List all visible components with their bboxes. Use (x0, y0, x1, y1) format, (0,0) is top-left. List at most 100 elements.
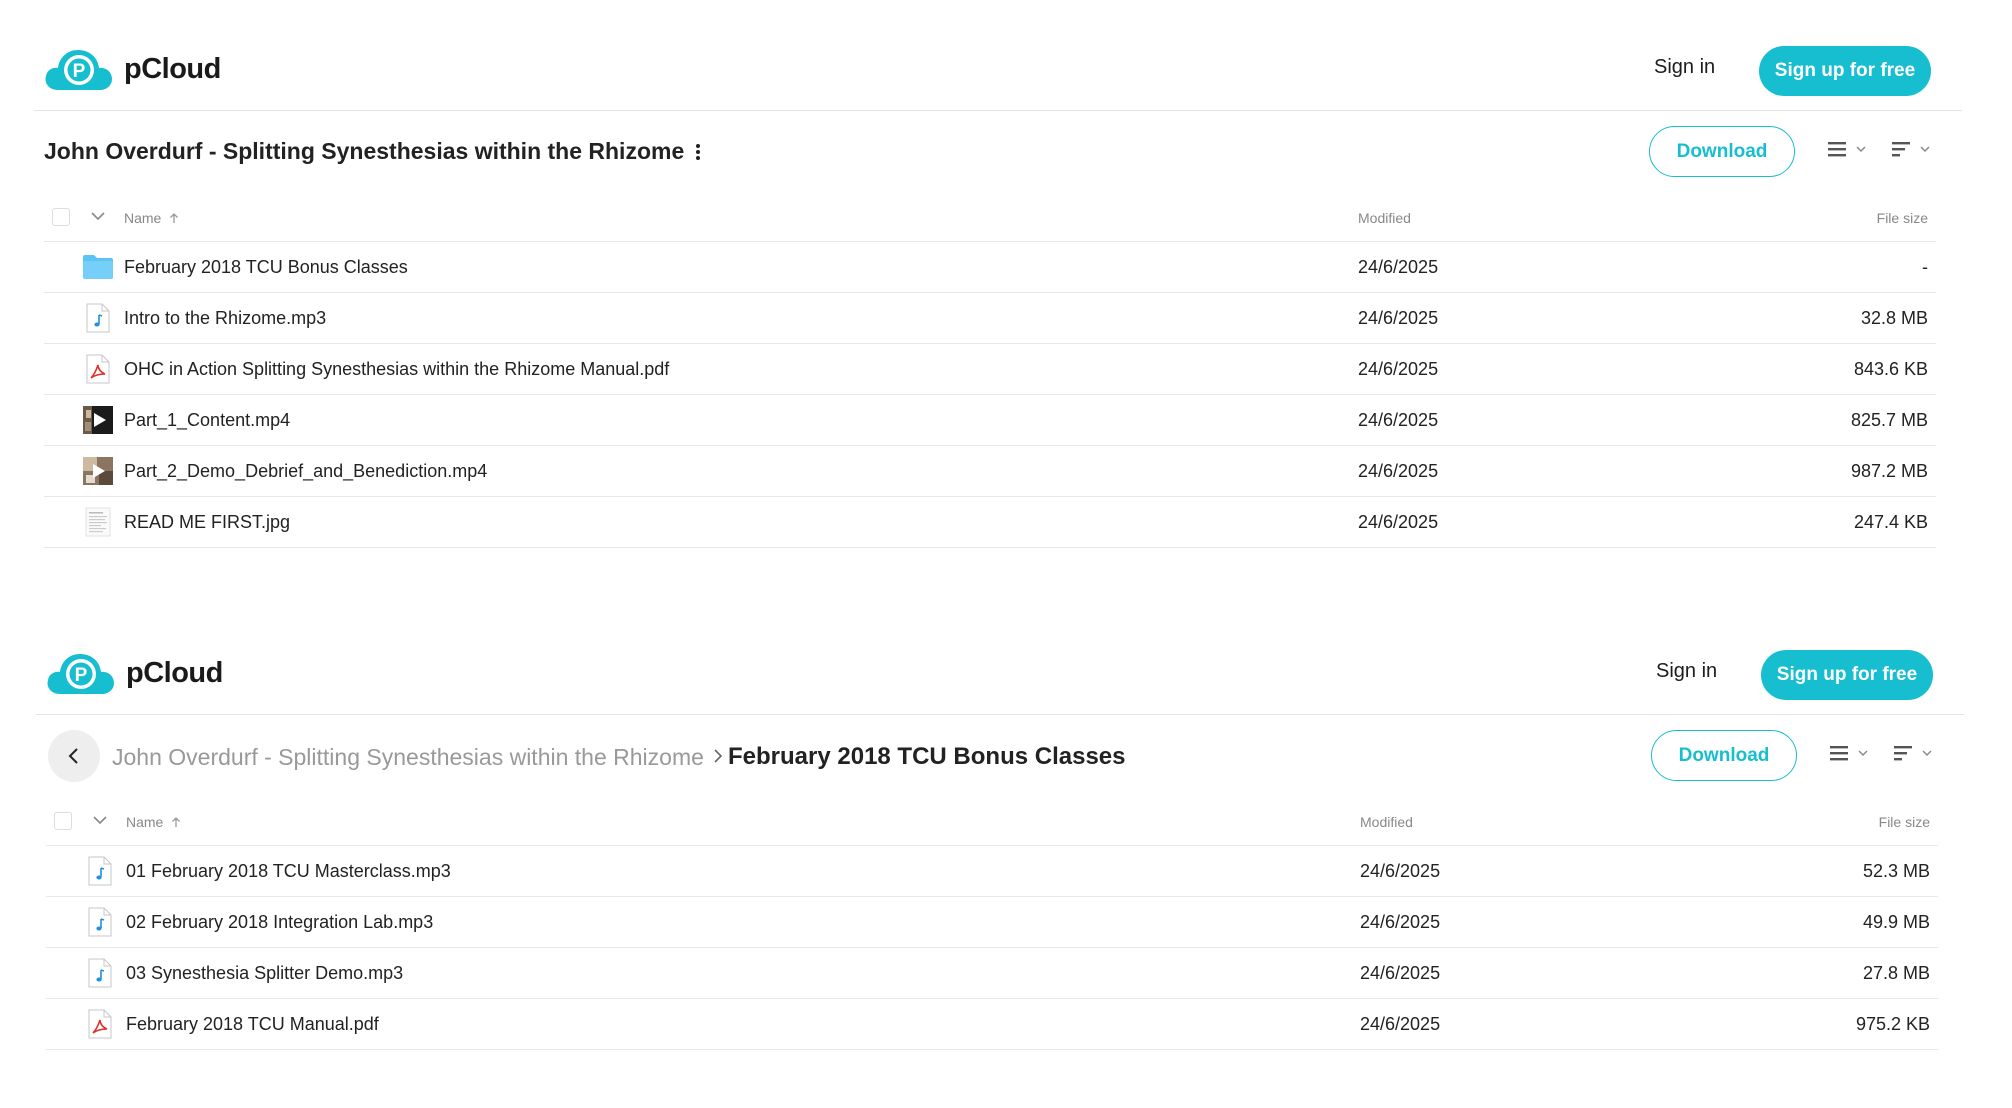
svg-text:P: P (75, 665, 88, 686)
file-name[interactable]: READ ME FIRST.jpg (124, 512, 290, 533)
column-header-modified[interactable]: Modified (1360, 814, 1413, 830)
file-size: - (1922, 257, 1928, 277)
download-button[interactable]: Download (1649, 126, 1795, 177)
sort-toggle[interactable] (1892, 744, 1934, 762)
column-header-size[interactable]: File size (1879, 814, 1930, 830)
list-view-icon (1830, 746, 1848, 761)
chevron-down-icon[interactable] (90, 810, 110, 830)
table-row[interactable]: Intro to the Rhizome.mp3 24/6/2025 32.8 … (44, 293, 1936, 344)
file-size: 987.2 MB (1850, 461, 1928, 481)
file-modified: 24/6/2025 (1360, 861, 1441, 881)
audio-file-icon (84, 855, 116, 887)
file-table: Name Modified File size February 2018 TC… (44, 192, 1936, 548)
pdf-file-icon (82, 353, 114, 385)
more-options-icon[interactable] (696, 143, 701, 160)
breadcrumb-parent[interactable]: John Overdurf - Splitting Synesthesias w… (112, 744, 704, 771)
table-row[interactable]: February 2018 TCU Manual.pdf 24/6/2025 9… (46, 999, 1938, 1050)
file-name[interactable]: 03 Synesthesia Splitter Demo.mp3 (126, 963, 403, 984)
chevron-down-icon (1858, 750, 1868, 757)
file-name[interactable]: Intro to the Rhizome.mp3 (124, 308, 326, 329)
table-row[interactable]: February 2018 TCU Bonus Classes 24/6/202… (44, 242, 1936, 293)
file-modified: 24/6/2025 (1358, 461, 1439, 481)
chevron-down-icon (1922, 750, 1932, 757)
column-header-name-label: Name (124, 210, 162, 226)
folder-icon (82, 251, 114, 283)
chevron-left-icon (68, 748, 78, 764)
chevron-right-icon (714, 749, 723, 763)
file-modified: 24/6/2025 (1360, 1014, 1441, 1034)
pcloud-cloud-icon: P (46, 650, 116, 696)
column-header-size[interactable]: File size (1877, 210, 1928, 226)
back-button[interactable] (48, 730, 100, 782)
sort-ascending-icon (170, 213, 179, 223)
view-mode-toggle[interactable] (1828, 744, 1870, 762)
file-size: 52.3 MB (1862, 861, 1930, 881)
download-button[interactable]: Download (1651, 730, 1797, 781)
table-row[interactable]: Part_2_Demo_Debrief_and_Benediction.mp4 … (44, 446, 1936, 497)
video-thumbnail-icon (82, 404, 114, 436)
pcloud-logo[interactable]: P pCloud (44, 44, 221, 94)
file-size: 49.9 MB (1862, 912, 1930, 932)
pcloud-logo[interactable]: P pCloud (46, 648, 223, 698)
folder-title: John Overdurf - Splitting Synesthesias w… (44, 138, 701, 165)
file-modified: 24/6/2025 (1360, 912, 1441, 932)
pdf-file-icon (84, 1008, 116, 1040)
file-modified: 24/6/2025 (1360, 963, 1441, 983)
table-row[interactable]: 01 February 2018 TCU Masterclass.mp3 24/… (46, 846, 1938, 897)
file-modified: 24/6/2025 (1358, 410, 1439, 430)
brand-name: pCloud (126, 656, 223, 689)
sort-icon (1894, 746, 1912, 761)
table-header: Name Modified File size (44, 192, 1936, 242)
sign-in-link[interactable]: Sign in (1656, 660, 1717, 683)
file-name[interactable]: Part_2_Demo_Debrief_and_Benediction.mp4 (124, 461, 487, 482)
view-mode-toggle[interactable] (1826, 140, 1868, 158)
chevron-down-icon[interactable] (88, 206, 108, 226)
list-view-icon (1828, 142, 1846, 157)
column-header-name[interactable]: Name (126, 814, 183, 830)
file-size: 32.8 MB (1860, 308, 1928, 328)
file-modified: 24/6/2025 (1358, 512, 1439, 532)
folder-title-text: John Overdurf - Splitting Synesthesias w… (44, 138, 685, 164)
audio-file-icon (82, 302, 114, 334)
breadcrumb-current: February 2018 TCU Bonus Classes (728, 743, 1126, 770)
file-name[interactable]: February 2018 TCU Manual.pdf (126, 1014, 379, 1035)
file-name[interactable]: 01 February 2018 TCU Masterclass.mp3 (126, 861, 451, 882)
video-thumbnail-icon (82, 455, 114, 487)
audio-file-icon (84, 906, 116, 938)
folder-toolbar: John Overdurf - Splitting Synesthesias w… (34, 112, 1930, 192)
table-row[interactable]: OHC in Action Splitting Synesthesias wit… (44, 344, 1936, 395)
file-modified: 24/6/2025 (1358, 257, 1439, 277)
column-header-modified[interactable]: Modified (1358, 210, 1411, 226)
sign-up-button[interactable]: Sign up for free (1759, 46, 1931, 96)
sign-up-button[interactable]: Sign up for free (1761, 650, 1933, 700)
file-name[interactable]: OHC in Action Splitting Synesthesias wit… (124, 359, 669, 380)
table-row[interactable]: 02 February 2018 Integration Lab.mp3 24/… (46, 897, 1938, 948)
file-name[interactable]: February 2018 TCU Bonus Classes (124, 257, 408, 278)
table-row[interactable]: Part_1_Content.mp4 24/6/2025 825.7 MB (44, 395, 1936, 446)
svg-text:P: P (73, 61, 86, 82)
top-header: P pCloud Sign in Sign up for free (36, 604, 1964, 715)
table-header: Name Modified File size (46, 796, 1938, 846)
file-size: 247.4 KB (1853, 512, 1928, 532)
file-size: 975.2 KB (1855, 1014, 1930, 1034)
brand-name: pCloud (124, 52, 221, 85)
select-all-checkbox[interactable] (54, 812, 72, 830)
column-header-name-label: Name (126, 814, 164, 830)
top-header: P pCloud Sign in Sign up for free (34, 0, 1962, 111)
column-header-name[interactable]: Name (124, 210, 181, 226)
chevron-down-icon (1920, 146, 1930, 153)
file-name[interactable]: Part_1_Content.mp4 (124, 410, 290, 431)
file-modified: 24/6/2025 (1358, 359, 1439, 379)
file-size: 27.8 MB (1862, 963, 1930, 983)
file-size: 843.6 KB (1853, 359, 1928, 379)
sort-icon (1892, 142, 1910, 157)
select-all-checkbox[interactable] (52, 208, 70, 226)
sort-toggle[interactable] (1890, 140, 1932, 158)
folder-toolbar: John Overdurf - Splitting Synesthesias w… (36, 716, 1932, 796)
table-row[interactable]: 03 Synesthesia Splitter Demo.mp3 24/6/20… (46, 948, 1938, 999)
file-table: Name Modified File size 01 February 2018… (46, 796, 1938, 1050)
chevron-down-icon (1856, 146, 1866, 153)
table-row[interactable]: READ ME FIRST.jpg 24/6/2025 247.4 KB (44, 497, 1936, 548)
sign-in-link[interactable]: Sign in (1654, 56, 1715, 79)
file-name[interactable]: 02 February 2018 Integration Lab.mp3 (126, 912, 433, 933)
